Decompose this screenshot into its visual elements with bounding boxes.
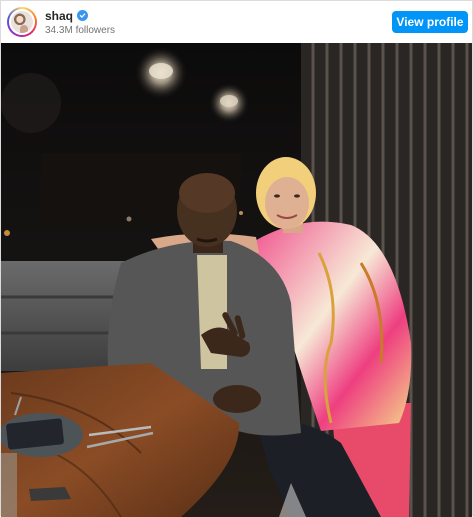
avatar[interactable] <box>7 7 37 37</box>
follower-count: 34.3M followers <box>45 25 116 36</box>
account-meta: shaq 34.3M followers <box>45 8 116 37</box>
view-profile-button[interactable]: View profile <box>392 11 468 33</box>
name-row: shaq <box>45 8 115 23</box>
post-photo[interactable] <box>1 43 472 517</box>
photo-illustration <box>1 43 472 517</box>
instagram-embed: shaq 34.3M followers View profile <box>0 0 473 517</box>
verified-badge-icon <box>77 10 89 21</box>
avatar-image <box>9 9 35 35</box>
post-header: shaq 34.3M followers View profile <box>1 1 472 43</box>
username[interactable]: shaq <box>45 9 73 23</box>
